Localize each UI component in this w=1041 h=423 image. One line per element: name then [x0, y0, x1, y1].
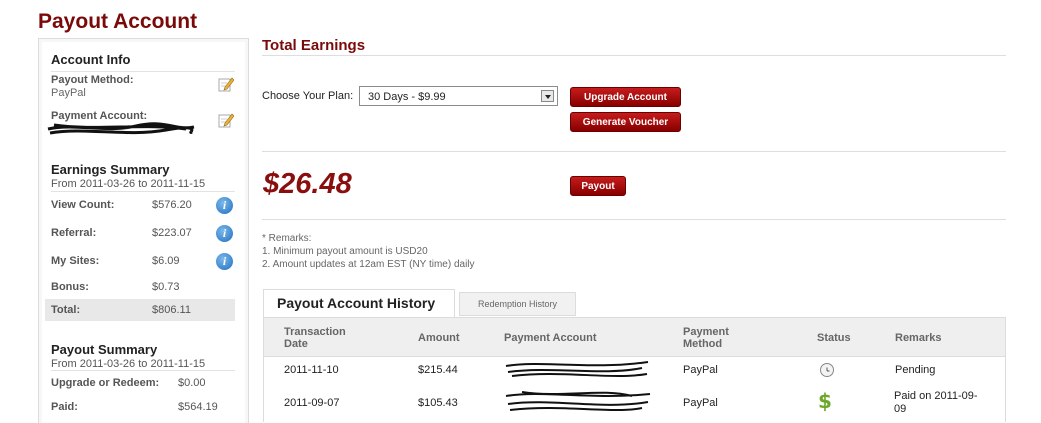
row-1-method: PayPal	[683, 364, 718, 376]
divider	[262, 219, 1006, 220]
sidebar-panel: Account Info Payout Method: PayPal Payme…	[42, 42, 245, 423]
view-count-value: $576.20	[152, 199, 192, 211]
edit-icon[interactable]	[218, 76, 234, 92]
row-1-amount: $215.44	[418, 364, 458, 376]
clock-hands	[826, 367, 830, 372]
divider	[51, 370, 235, 371]
upgrade-redeem-label: Upgrade or Redeem:	[51, 377, 160, 389]
info-icon[interactable]: i	[216, 253, 233, 270]
referral-value: $223.07	[152, 227, 192, 239]
col-date-line2: Date	[284, 338, 308, 350]
table-header: Transaction Date Amount Payment Account …	[264, 318, 1005, 357]
payout-summary-heading: Payout Summary	[51, 342, 158, 357]
generate-voucher-button[interactable]: Generate Voucher	[570, 112, 681, 132]
payout-method-label: Payout Method:	[51, 74, 134, 86]
info-icon[interactable]: i	[216, 197, 233, 214]
col-method-line2: Method	[683, 338, 723, 350]
earnings-range: From 2011-03-26 to 2011-11-15	[51, 178, 206, 190]
clock-icon	[820, 363, 834, 377]
col-amount: Amount	[418, 332, 460, 344]
row-2-amount: $105.43	[418, 397, 458, 409]
chevron-down-icon[interactable]	[541, 90, 554, 102]
sidebar: Account Info Payout Method: PayPal Payme…	[38, 38, 249, 423]
divider	[51, 71, 235, 72]
redacted-scribble	[505, 391, 651, 411]
col-remarks: Remarks	[895, 332, 942, 344]
upgrade-account-button[interactable]: Upgrade Account	[570, 87, 681, 107]
col-payment-method: Payment Method	[683, 326, 729, 350]
plan-select[interactable]: 30 Days - $9.99	[359, 86, 558, 106]
col-transaction-date: Transaction Date	[284, 326, 346, 350]
row-1-remarks: Pending	[895, 364, 936, 376]
col-payment-account: Payment Account	[504, 332, 597, 344]
divider	[262, 55, 1006, 56]
plan-selected-value: 30 Days - $9.99	[368, 91, 446, 103]
divider	[262, 151, 1006, 152]
row-2-remarks-line1: Paid on 2011-09-	[894, 390, 978, 402]
divider	[51, 191, 235, 192]
upgrade-redeem-value: $0.00	[178, 377, 206, 389]
info-icon[interactable]: i	[216, 225, 233, 242]
referral-label: Referral:	[51, 227, 97, 239]
redacted-scribble	[505, 361, 649, 377]
remarks-line-2: 2. Amount updates at 12am EST (NY time) …	[262, 259, 475, 270]
page-title: Payout Account	[38, 10, 198, 33]
total-label: Total:	[51, 304, 81, 316]
view-count-label: View Count:	[51, 199, 115, 211]
row-2-date: 2011-09-07	[284, 397, 340, 409]
tab-redemption-history[interactable]: Redemption History	[459, 292, 576, 316]
bonus-value: $0.73	[152, 281, 180, 293]
account-info-heading: Account Info	[51, 52, 131, 67]
dollar-icon: $	[818, 389, 832, 413]
tab-payout-account-history[interactable]: Payout Account History	[263, 289, 455, 318]
row-2-remarks-line2: 09	[894, 403, 907, 415]
plan-label: Choose Your Plan:	[262, 90, 354, 102]
bonus-label: Bonus:	[51, 281, 89, 293]
my-sites-value: $6.09	[152, 255, 180, 267]
edit-icon[interactable]	[218, 112, 234, 128]
col-status: Status	[817, 332, 851, 344]
payout-range: From 2011-03-26 to 2011-11-15	[51, 358, 206, 370]
row-1-date: 2011-11-10	[284, 364, 339, 376]
col-method-line1: Payment	[683, 326, 729, 338]
payout-history-table: Transaction Date Amount Payment Account …	[263, 317, 1006, 422]
total-earnings-title: Total Earnings	[262, 37, 366, 54]
earnings-summary-heading: Earnings Summary	[51, 162, 170, 177]
remarks-line-1: 1. Minimum payout amount is USD20	[262, 246, 428, 257]
row-2-remarks: Paid on 2011-09- 09	[894, 390, 978, 416]
redacted-scribble	[47, 122, 195, 135]
total-earnings-amount: $26.48	[263, 168, 352, 200]
col-date-line1: Transaction	[284, 326, 346, 338]
paid-value: $564.19	[178, 401, 218, 413]
payout-button[interactable]: Payout	[570, 176, 626, 196]
row-2-method: PayPal	[683, 397, 718, 409]
payout-method-value: PayPal	[51, 87, 86, 99]
paid-label: Paid:	[51, 401, 78, 413]
total-value: $806.11	[152, 304, 191, 316]
remarks-heading: * Remarks:	[262, 233, 312, 244]
my-sites-label: My Sites:	[51, 255, 100, 267]
